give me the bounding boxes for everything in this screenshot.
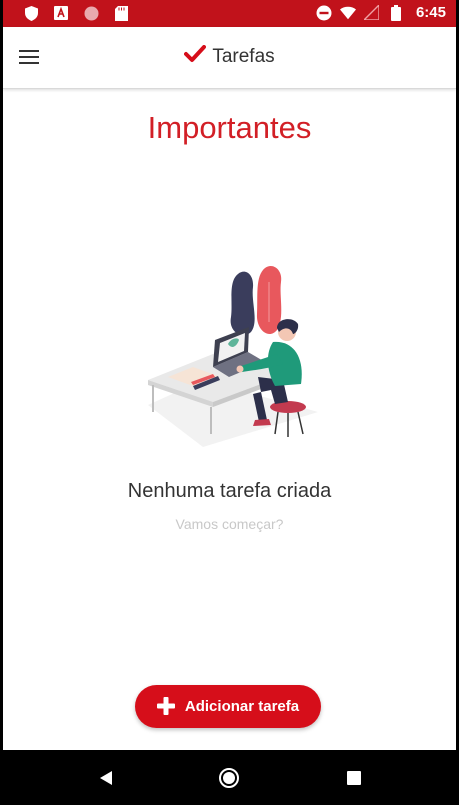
clock-time: 6:45 xyxy=(415,4,446,21)
sd-card-icon xyxy=(113,5,129,21)
navigation-bar xyxy=(0,750,459,805)
a-box-icon xyxy=(53,5,69,21)
add-task-label: Adicionar tarefa xyxy=(184,698,300,715)
checkmark-icon xyxy=(184,45,207,68)
status-bar: 6:45 xyxy=(3,0,456,27)
person-working-at-desk-illustration xyxy=(143,262,323,452)
shield-icon xyxy=(23,5,39,21)
do-not-disturb-icon xyxy=(316,5,332,21)
back-icon[interactable] xyxy=(94,766,118,790)
battery-icon xyxy=(388,4,404,21)
add-task-button[interactable]: Adicionar tarefa xyxy=(135,685,321,728)
wifi-icon xyxy=(339,5,356,21)
empty-state-subtitle: Vamos começar? xyxy=(175,516,284,532)
plus-icon xyxy=(156,693,175,719)
empty-state-title: Nenhuma tarefa criada xyxy=(127,480,332,502)
app-screen: 6:45 Tarefas Importantes Nenhuma tarefa … xyxy=(3,0,456,805)
signal-icon xyxy=(364,5,380,21)
recents-icon[interactable] xyxy=(342,766,366,790)
circle-icon xyxy=(83,5,99,21)
page-title: Importantes xyxy=(147,110,312,145)
app-bar: Tarefas xyxy=(3,27,456,89)
app-title: Tarefas xyxy=(212,45,275,67)
home-icon[interactable] xyxy=(217,766,241,790)
